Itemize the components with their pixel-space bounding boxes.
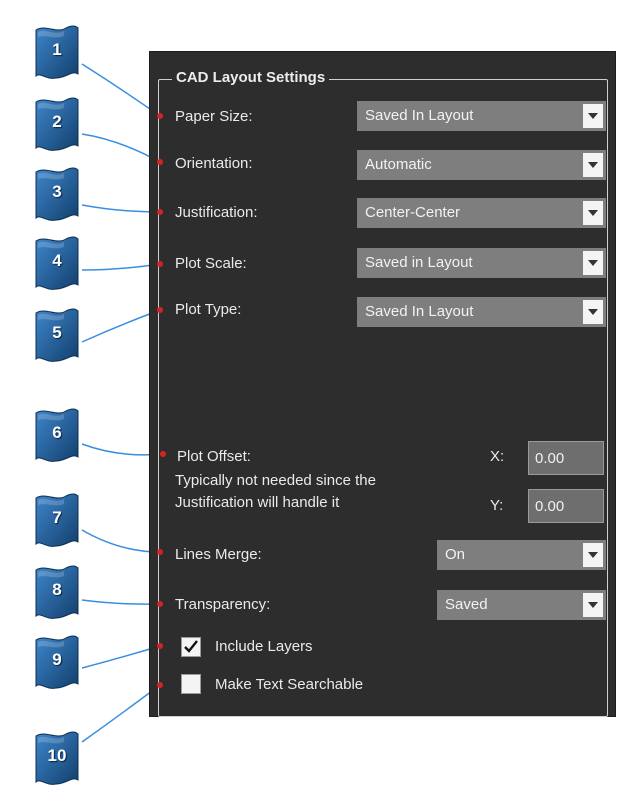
callout-badge-5: 5 <box>32 305 82 367</box>
lines-merge-dropdown[interactable]: On <box>437 540 606 570</box>
marker-6 <box>160 451 166 457</box>
orientation-label: Orientation: <box>175 155 253 172</box>
transparency-label: Transparency: <box>175 596 271 613</box>
chevron-down-icon[interactable] <box>583 543 603 567</box>
offset-x-value: 0.00 <box>535 450 565 467</box>
plot-scale-dropdown[interactable]: Saved in Layout <box>357 248 606 278</box>
leader-line-2 <box>81 133 161 163</box>
callout-number: 3 <box>52 182 62 201</box>
callout-number: 7 <box>52 508 62 527</box>
callout-number: 10 <box>47 746 67 765</box>
paper-size-label: Paper Size: <box>175 108 253 125</box>
paper-size-value: Saved In Layout <box>365 107 474 124</box>
justification-value: Center-Center <box>365 204 461 221</box>
offset-y-input[interactable]: 0.00 <box>528 489 604 523</box>
callout-number: 1 <box>52 40 62 59</box>
leader-line-10 <box>81 684 161 743</box>
callout-badge-3: 3 <box>32 164 82 226</box>
lines-merge-label: Lines Merge: <box>175 546 262 563</box>
marker-10 <box>157 682 163 688</box>
chevron-down-icon[interactable] <box>583 251 603 275</box>
chevron-down-icon[interactable] <box>583 201 603 225</box>
callout-badge-10: 10 <box>32 728 82 790</box>
transparency-value: Saved <box>445 596 488 613</box>
include-layers-label: Include Layers <box>215 638 313 655</box>
plot-offset-label: Plot Offset: <box>177 448 251 465</box>
leader-line-4 <box>81 263 161 271</box>
justification-dropdown[interactable]: Center-Center <box>357 198 606 228</box>
marker-9 <box>157 643 163 649</box>
callout-badge-7: 7 <box>32 490 82 552</box>
checkmark-icon <box>184 640 198 653</box>
group-title: CAD Layout Settings <box>172 68 330 88</box>
callout-badge-2: 2 <box>32 94 82 156</box>
plot-offset-note-line1: Typically not needed since the <box>175 472 376 489</box>
orientation-dropdown[interactable]: Automatic <box>357 150 606 180</box>
justification-label: Justification: <box>175 204 258 221</box>
lines-merge-value: On <box>445 546 466 563</box>
callout-badge-6: 6 <box>32 405 82 467</box>
marker-3 <box>157 209 163 215</box>
chevron-down-icon[interactable] <box>583 593 603 617</box>
make-text-searchable-label: Make Text Searchable <box>215 676 364 693</box>
leader-line-9 <box>81 645 161 669</box>
callout-number: 9 <box>52 650 62 669</box>
transparency-dropdown[interactable]: Saved <box>437 590 606 620</box>
offset-x-label: X: <box>490 448 505 465</box>
chevron-down-icon[interactable] <box>583 104 603 128</box>
callout-badge-9: 9 <box>32 632 82 694</box>
plot-scale-label: Plot Scale: <box>175 255 247 272</box>
marker-8 <box>157 601 163 607</box>
offset-y-value: 0.00 <box>535 498 565 515</box>
callout-badge-1: 1 <box>32 22 82 84</box>
offset-y-label: Y: <box>490 497 504 514</box>
marker-4 <box>157 261 163 267</box>
make-text-searchable-checkbox[interactable] <box>181 674 201 694</box>
orientation-value: Automatic <box>365 156 432 173</box>
marker-2 <box>157 159 163 165</box>
marker-1 <box>157 113 163 119</box>
plot-type-value: Saved In Layout <box>365 303 474 320</box>
callout-badge-4: 4 <box>32 233 82 295</box>
plot-scale-value: Saved in Layout <box>365 254 473 271</box>
offset-x-input[interactable]: 0.00 <box>528 441 604 475</box>
leader-line-3 <box>81 204 161 213</box>
callout-number: 4 <box>52 251 62 270</box>
leader-line-1 <box>81 63 161 117</box>
leader-line-5 <box>81 309 161 343</box>
callout-number: 6 <box>52 423 62 442</box>
callout-number: 8 <box>52 580 62 599</box>
callout-number: 2 <box>52 112 62 131</box>
plot-type-label: Plot Type: <box>175 301 242 318</box>
leader-line-7 <box>81 529 161 553</box>
plot-offset-note-line2: Justification will handle it <box>175 494 340 511</box>
marker-5 <box>157 307 163 313</box>
leader-line-8 <box>81 599 161 605</box>
chevron-down-icon[interactable] <box>583 153 603 177</box>
plot-type-dropdown[interactable]: Saved In Layout <box>357 297 606 327</box>
chevron-down-icon[interactable] <box>583 300 603 324</box>
callout-badge-8: 8 <box>32 562 82 624</box>
paper-size-dropdown[interactable]: Saved In Layout <box>357 101 606 131</box>
callout-number: 5 <box>52 323 62 342</box>
marker-7 <box>157 549 163 555</box>
include-layers-checkbox[interactable] <box>181 637 201 657</box>
